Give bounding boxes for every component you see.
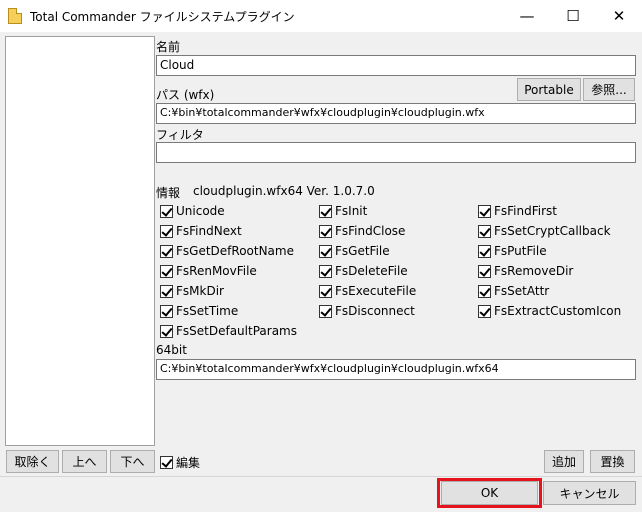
filter-field[interactable] [156,142,636,163]
func-fssetdefaultparams: FsSetDefaultParams [160,324,297,338]
path-label: パス (wfx) [156,88,215,102]
plugin-list[interactable] [5,36,155,446]
func-fsputfile: FsPutFile [478,244,547,258]
checkbox-checked-icon [478,264,491,278]
checkbox-checked-icon [319,204,332,218]
checkbox-checked-icon [160,264,173,278]
checkbox-checked-icon [319,244,332,258]
func-fsremovedir: FsRemoveDir [478,264,573,278]
func-fsfindclose: FsFindClose [319,224,405,238]
maximize-button[interactable]: ☐ [550,0,596,32]
replace-button[interactable]: 置換 [590,450,635,473]
remove-button[interactable]: 取除く [6,450,59,473]
bit64-label: 64bit [156,343,187,357]
move-up-button[interactable]: 上へ [62,450,107,473]
checkbox-checked-icon [478,224,491,238]
info-value: cloudplugin.wfx64 Ver. 1.0.7.0 [193,184,375,198]
portable-button[interactable]: Portable [517,78,581,101]
checkbox-checked-icon [478,244,491,258]
window-title: Total Commander ファイルシステムプラグイン [30,10,295,24]
checkbox-checked-icon [160,224,173,238]
checkbox-checked-icon [478,204,491,218]
title-bar: Total Commander ファイルシステムプラグイン — ☐ ✕ [0,0,642,32]
move-down-button[interactable]: 下へ [110,450,155,473]
info-label: 情報 [156,186,181,200]
func-fsdeletefile: FsDeleteFile [319,264,408,278]
checkbox-checked-icon[interactable] [160,456,173,469]
add-button[interactable]: 追加 [544,450,584,473]
checkbox-checked-icon [319,264,332,278]
close-button[interactable]: ✕ [596,0,642,32]
func-fssetcryptcallback: FsSetCryptCallback [478,224,611,238]
filter-label: フィルタ [156,128,204,142]
name-field[interactable]: Cloud [156,55,636,76]
func-fsfindnext: FsFindNext [160,224,242,238]
checkbox-checked-icon [160,324,173,338]
name-label: 名前 [156,40,181,54]
ok-highlight-box [437,478,542,508]
checkbox-checked-icon [160,204,173,218]
edit-checkbox[interactable]: 編集 [160,454,200,471]
func-fsdisconnect: FsDisconnect [319,304,415,318]
checkbox-checked-icon [160,304,173,318]
checkbox-checked-icon [319,304,332,318]
func-fsfindfirst: FsFindFirst [478,204,557,218]
footer-separator [0,476,642,477]
func-fsrenmovfile: FsRenMovFile [160,264,257,278]
browse-button[interactable]: 参照... [583,78,635,101]
func-fsexecutefile: FsExecuteFile [319,284,416,298]
cancel-button[interactable]: キャンセル [543,481,636,505]
func-fssettime: FsSetTime [160,304,238,318]
func-fsgetfile: FsGetFile [319,244,390,258]
checkbox-checked-icon [478,284,491,298]
bit64-path-field[interactable]: C:¥bin¥totalcommander¥wfx¥cloudplugin¥cl… [156,359,636,380]
checkbox-checked-icon [160,244,173,258]
func-fsmkdir: FsMkDir [160,284,224,298]
func-fsextractcustomicon: FsExtractCustomIcon [478,304,621,318]
checkbox-checked-icon [478,304,491,318]
func-fssetattr: FsSetAttr [478,284,549,298]
minimize-button[interactable]: — [504,0,550,32]
checkbox-checked-icon [160,284,173,298]
path-field[interactable]: C:¥bin¥totalcommander¥wfx¥cloudplugin¥cl… [156,103,636,124]
func-fsinit: FsInit [319,204,367,218]
func-fsgetdefrootname: FsGetDefRootName [160,244,294,258]
checkbox-checked-icon [319,224,332,238]
folder-icon [8,8,22,24]
func-unicode: Unicode [160,204,225,218]
checkbox-checked-icon [319,284,332,298]
